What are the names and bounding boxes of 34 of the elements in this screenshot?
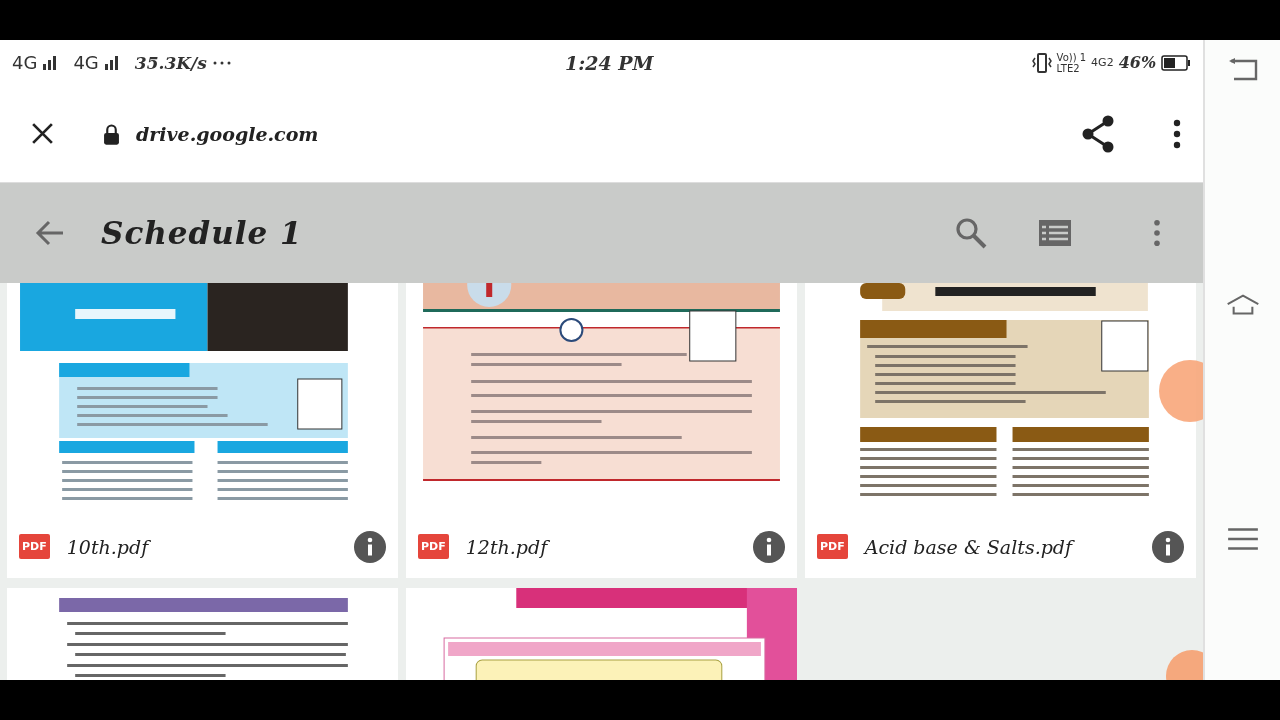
file-name[interactable]: 12th.pdf	[465, 535, 548, 558]
volte-label: Vo)) 1	[1056, 51, 1087, 63]
list-view-icon[interactable]	[1039, 220, 1072, 246]
lock-icon	[103, 122, 120, 145]
folder-title: Schedule 1	[101, 215, 303, 251]
file-type-badge: PDF	[418, 534, 449, 559]
network-label: 4G	[73, 52, 99, 73]
more-dots-icon	[212, 60, 231, 65]
signal-icon	[104, 55, 121, 70]
menu-icon[interactable]	[1225, 526, 1260, 552]
url-text[interactable]: drive.google.com	[136, 122, 319, 145]
close-icon[interactable]	[30, 121, 55, 146]
share-icon[interactable]	[1081, 114, 1116, 153]
more-menu-icon[interactable]	[1173, 118, 1182, 149]
file-card[interactable]: PDF 10th.pdf	[7, 283, 398, 578]
clock-time: 1:24 PM	[565, 51, 654, 74]
battery-percent: 46%	[1118, 53, 1157, 72]
back-arrow-icon[interactable]	[35, 220, 65, 246]
file-name[interactable]: Acid base & Salts.pdf	[864, 535, 1073, 558]
vibrate-icon	[1031, 51, 1052, 74]
lte-label: LTE2	[1056, 62, 1081, 74]
file-type-badge: PDF	[19, 534, 50, 559]
file-card[interactable]: PDF Acid base & Salts.pdf	[805, 283, 1196, 578]
file-type-badge: PDF	[817, 534, 848, 559]
info-icon[interactable]	[1152, 530, 1184, 563]
info-icon[interactable]	[753, 530, 785, 563]
info-icon[interactable]	[354, 530, 386, 563]
network-label: 4G	[12, 52, 38, 73]
file-card[interactable]: PDF 12th.pdf	[406, 283, 797, 578]
battery-icon	[1161, 54, 1192, 71]
file-name[interactable]: 10th.pdf	[66, 535, 149, 558]
data-speed: 35.3K/s	[134, 52, 207, 73]
search-icon[interactable]	[955, 217, 988, 249]
network-label: 4G2	[1091, 56, 1114, 69]
